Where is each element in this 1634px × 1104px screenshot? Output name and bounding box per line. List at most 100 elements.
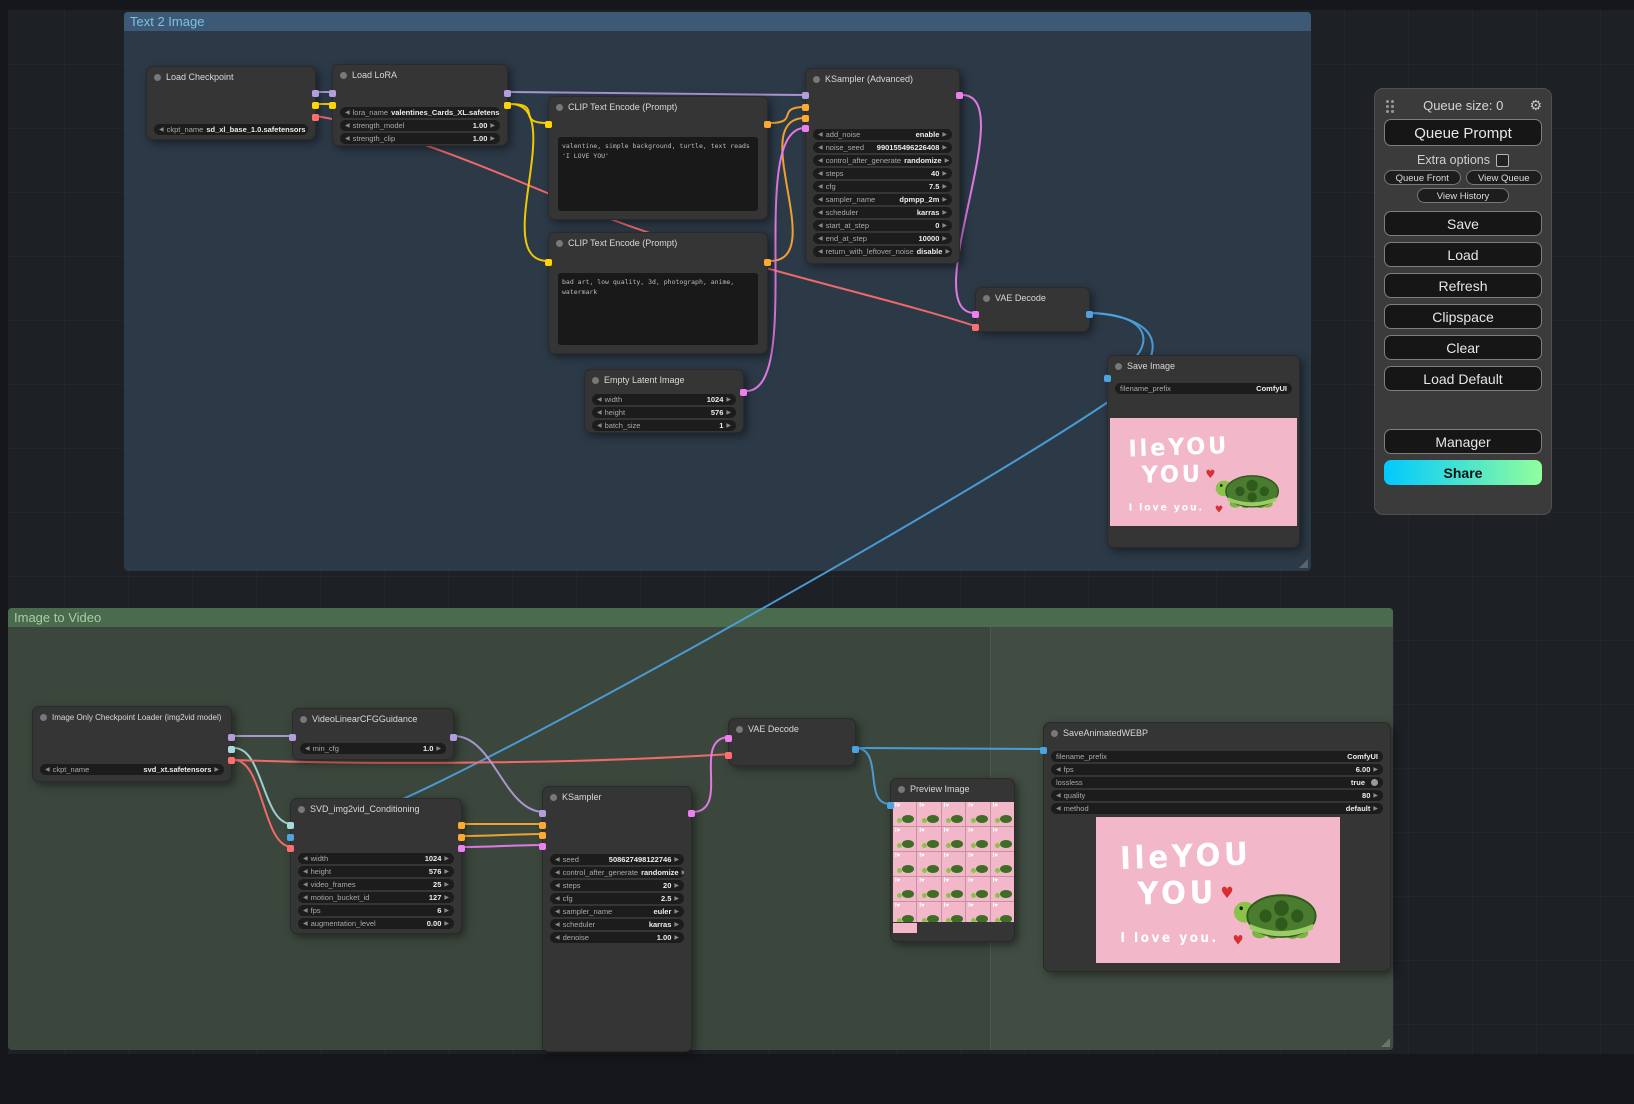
- node-empty-latent-image[interactable]: Empty Latent Image ◀width1024▶◀height576…: [584, 369, 744, 433]
- node-image-only-checkpoint-loader[interactable]: Image Only Checkpoint Loader (img2vid mo…: [32, 706, 232, 782]
- widget-cfg[interactable]: ◀cfg2.5▶: [550, 893, 684, 904]
- node-clip-text-encode-negative[interactable]: CLIP Text Encode (Prompt) bad art, low q…: [548, 232, 768, 354]
- images-input-port[interactable]: [887, 802, 894, 809]
- toggle-dot[interactable]: [1371, 779, 1378, 786]
- increment-arrow-icon[interactable]: ▶: [436, 745, 441, 752]
- clip-vision-input-port[interactable]: [287, 822, 294, 829]
- decrement-arrow-icon[interactable]: ◀: [345, 109, 350, 116]
- increment-arrow-icon[interactable]: ▶: [444, 894, 449, 901]
- samples-input-port[interactable]: [725, 735, 732, 742]
- negative-output-port[interactable]: [458, 834, 465, 841]
- collapse-dot-icon[interactable]: [340, 72, 347, 79]
- latent-output-port[interactable]: [458, 845, 465, 852]
- load-button[interactable]: Load: [1384, 242, 1542, 267]
- collapse-dot-icon[interactable]: [592, 377, 599, 384]
- collapse-dot-icon[interactable]: [556, 240, 563, 247]
- queue-prompt-button[interactable]: Queue Prompt: [1384, 119, 1542, 146]
- decrement-arrow-icon[interactable]: ◀: [555, 869, 560, 876]
- collapse-dot-icon[interactable]: [556, 104, 563, 111]
- collapse-dot-icon[interactable]: [813, 76, 820, 83]
- increment-arrow-icon[interactable]: ▶: [726, 422, 731, 429]
- widget-control_after_generate[interactable]: ◀control_after_generaterandomize▶: [550, 867, 684, 878]
- manager-button[interactable]: Manager: [1384, 429, 1542, 454]
- widget-filename_prefix[interactable]: filename_prefixComfyUI: [1051, 751, 1383, 762]
- increment-arrow-icon[interactable]: ▶: [674, 856, 679, 863]
- node-save-animated-webp[interactable]: SaveAnimatedWEBP filename_prefixComfyUI ◀…: [1043, 722, 1391, 972]
- group-title[interactable]: Image to Video: [8, 608, 1393, 627]
- increment-arrow-icon[interactable]: ▶: [444, 868, 449, 875]
- widget-ckpt_name[interactable]: ◀ckpt_namesvd_xt.safetensors▶: [40, 764, 224, 775]
- model-input-port[interactable]: [329, 90, 336, 97]
- decrement-arrow-icon[interactable]: ◀: [1056, 766, 1061, 773]
- positive-output-port[interactable]: [458, 822, 465, 829]
- collapse-dot-icon[interactable]: [898, 786, 905, 793]
- increment-arrow-icon[interactable]: ▶: [942, 209, 947, 216]
- queue-front-button[interactable]: Queue Front: [1384, 170, 1461, 185]
- vae-output-port[interactable]: [312, 114, 319, 121]
- widget-min_cfg[interactable]: ◀min_cfg1.0▶: [300, 743, 446, 754]
- increment-arrow-icon[interactable]: ▶: [942, 196, 947, 203]
- decrement-arrow-icon[interactable]: ◀: [818, 170, 823, 177]
- decrement-arrow-icon[interactable]: ◀: [818, 144, 823, 151]
- increment-arrow-icon[interactable]: ▶: [726, 396, 731, 403]
- decrement-arrow-icon[interactable]: ◀: [818, 235, 823, 242]
- increment-arrow-icon[interactable]: ▶: [1373, 805, 1378, 812]
- widget-end_at_step[interactable]: ◀end_at_step10000▶: [813, 233, 952, 244]
- node-title-bar[interactable]: Image Only Checkpoint Loader (img2vid mo…: [33, 707, 231, 727]
- image-output-port[interactable]: [852, 746, 859, 753]
- decrement-arrow-icon[interactable]: ◀: [597, 422, 602, 429]
- drag-handle-icon[interactable]: [1386, 100, 1389, 103]
- node-title-bar[interactable]: Load LoRA: [333, 65, 507, 85]
- widget-cfg[interactable]: ◀cfg7.5▶: [813, 181, 952, 192]
- increment-arrow-icon[interactable]: ▶: [945, 248, 950, 255]
- node-title-bar[interactable]: VAE Decode: [976, 288, 1089, 308]
- decrement-arrow-icon[interactable]: ◀: [303, 894, 308, 901]
- collapse-dot-icon[interactable]: [736, 726, 743, 733]
- widget-height[interactable]: ◀height576▶: [592, 407, 736, 418]
- decrement-arrow-icon[interactable]: ◀: [818, 196, 823, 203]
- node-ksampler[interactable]: KSampler ◀seed508627498122746▶◀control_a…: [542, 786, 692, 1052]
- widget-sampler_name[interactable]: ◀sampler_nameeuler▶: [550, 906, 684, 917]
- share-button[interactable]: Share: [1384, 460, 1542, 485]
- widget-width[interactable]: ◀width1024▶: [298, 853, 454, 864]
- widget-scheduler[interactable]: ◀schedulerkarras▶: [813, 207, 952, 218]
- node-preview-image[interactable]: Preview Image I♥I♥I♥I♥I♥I♥I♥I♥I♥I♥I♥I♥I♥…: [890, 778, 1015, 942]
- increment-arrow-icon[interactable]: ▶: [682, 869, 684, 876]
- collapse-dot-icon[interactable]: [154, 74, 161, 81]
- decrement-arrow-icon[interactable]: ◀: [159, 126, 164, 133]
- images-input-port[interactable]: [1104, 375, 1111, 382]
- widget-steps[interactable]: ◀steps40▶: [813, 168, 952, 179]
- widget-quality[interactable]: ◀quality80▶: [1051, 790, 1383, 801]
- node-title-bar[interactable]: KSampler (Advanced): [806, 69, 959, 89]
- prompt-textarea[interactable]: valentine, simple background, turtle, te…: [558, 137, 758, 211]
- increment-arrow-icon[interactable]: ▶: [1373, 766, 1378, 773]
- decrement-arrow-icon[interactable]: ◀: [303, 855, 308, 862]
- node-title-bar[interactable]: SaveAnimatedWEBP: [1044, 723, 1390, 743]
- widget-filename_prefix[interactable]: filename_prefixComfyUI: [1115, 383, 1292, 394]
- clipspace-button[interactable]: Clipspace: [1384, 304, 1542, 329]
- widget-batch_size[interactable]: ◀batch_size1▶: [592, 420, 736, 431]
- increment-arrow-icon[interactable]: ▶: [214, 766, 219, 773]
- node-title-bar[interactable]: Preview Image: [891, 779, 1014, 799]
- widget-denoise[interactable]: ◀denoise1.00▶: [550, 932, 684, 943]
- decrement-arrow-icon[interactable]: ◀: [818, 183, 823, 190]
- widget-height[interactable]: ◀height576▶: [298, 866, 454, 877]
- widget-method[interactable]: ◀methoddefault▶: [1051, 803, 1383, 814]
- decrement-arrow-icon[interactable]: ◀: [305, 745, 310, 752]
- increment-arrow-icon[interactable]: ▶: [942, 222, 947, 229]
- decrement-arrow-icon[interactable]: ◀: [818, 157, 823, 164]
- node-save-image[interactable]: Save Image filename_prefixComfyUI IleYOU…: [1107, 355, 1300, 548]
- node-clip-text-encode-positive[interactable]: CLIP Text Encode (Prompt) valentine, sim…: [548, 96, 768, 220]
- prompt-textarea[interactable]: bad art, low quality, 3d, photograph, an…: [558, 273, 758, 345]
- decrement-arrow-icon[interactable]: ◀: [345, 122, 350, 129]
- decrement-arrow-icon[interactable]: ◀: [555, 908, 560, 915]
- increment-arrow-icon[interactable]: ▶: [490, 135, 495, 142]
- group-title[interactable]: Text 2 Image: [124, 12, 1311, 31]
- widget-start_at_step[interactable]: ◀start_at_step0▶: [813, 220, 952, 231]
- widget-steps[interactable]: ◀steps20▶: [550, 880, 684, 891]
- node-video-linear-cfg-guidance[interactable]: VideoLinearCFGGuidance ◀min_cfg1.0▶: [292, 708, 454, 760]
- increment-arrow-icon[interactable]: ▶: [1373, 792, 1378, 799]
- decrement-arrow-icon[interactable]: ◀: [45, 766, 50, 773]
- node-title-bar[interactable]: KSampler: [543, 787, 691, 807]
- latent-input-port[interactable]: [802, 125, 809, 132]
